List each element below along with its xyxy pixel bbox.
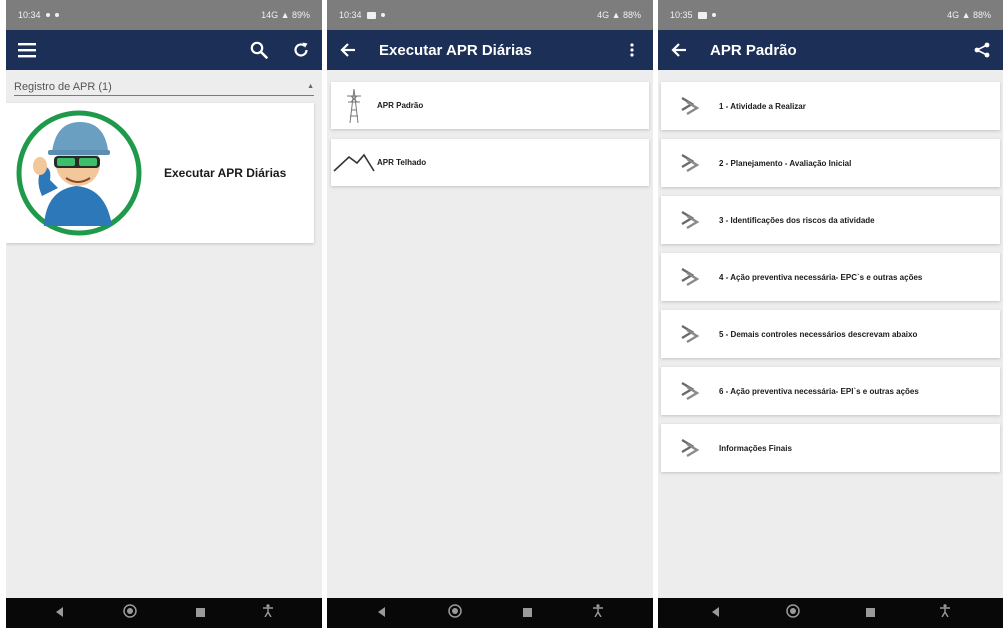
- status-time: 10:35: [670, 10, 693, 20]
- caret-up-icon: ▲: [307, 83, 314, 90]
- back-arrow-icon[interactable]: [337, 39, 359, 61]
- status-time: 10:34: [18, 10, 41, 20]
- recents-nav-icon[interactable]: [195, 604, 205, 622]
- home-nav-icon[interactable]: [123, 603, 138, 623]
- refresh-icon[interactable]: [290, 39, 312, 61]
- section-list-item[interactable]: 4 - Ação preventiva necessária- EPC`s e …: [661, 253, 1000, 301]
- list-item-label: APR Telhado: [377, 158, 427, 167]
- section-item-label: 1 - Atividade a Realizar: [719, 101, 806, 111]
- search-icon[interactable]: [248, 39, 270, 61]
- accessibility-icon[interactable]: [592, 604, 603, 622]
- home-nav-icon[interactable]: [786, 603, 800, 623]
- menu-icon[interactable]: [16, 39, 38, 61]
- notification-icon: [366, 11, 376, 19]
- back-arrow-icon[interactable]: [668, 39, 690, 61]
- list-item-apr-padrao[interactable]: APR Padrão: [331, 82, 649, 129]
- android-nav-bar: [6, 598, 322, 628]
- whatsapp-icon: [54, 13, 59, 17]
- status-bar: 10:34 4G ▲ 88%: [327, 0, 653, 30]
- app-bar: APR Padrão: [658, 30, 1003, 70]
- section-item-label: 4 - Ação preventiva necessária- EPC`s e …: [719, 272, 923, 282]
- list-item-apr-telhado[interactable]: APR Telhado: [331, 139, 649, 186]
- status-signal-battery: 4G ▲ 88%: [947, 10, 991, 20]
- notification-dot-icon: [711, 13, 716, 17]
- chevron-double-icon: [661, 95, 719, 117]
- android-nav-bar: [327, 598, 653, 628]
- chevron-double-icon: [661, 437, 719, 459]
- section-item-label: 5 - Demais controles necessários descrev…: [719, 329, 918, 339]
- accessibility-icon[interactable]: [262, 604, 273, 622]
- screen-executar-apr: 10:34 4G ▲ 88% Executar APR Diárias APR …: [327, 0, 653, 628]
- chevron-double-icon: [661, 152, 719, 174]
- status-time: 10:34: [339, 10, 362, 20]
- section-list-item[interactable]: 3 - Identificações dos riscos da ativida…: [661, 196, 1000, 244]
- mascot-image: [14, 108, 144, 238]
- page-title: APR Padrão: [710, 41, 797, 59]
- more-vert-icon[interactable]: [621, 39, 643, 61]
- chevron-double-icon: [661, 266, 719, 288]
- notification-dot-icon: [380, 13, 385, 17]
- status-bar: 10:34 14G ▲ 89%: [6, 0, 322, 30]
- status-bar: 10:35 4G ▲ 88%: [658, 0, 1003, 30]
- executar-apr-card[interactable]: Executar APR Diárias: [6, 103, 314, 243]
- back-nav-icon[interactable]: [711, 604, 721, 622]
- app-bar: [6, 30, 322, 70]
- registro-dropdown[interactable]: Registro de APR (1) ▲: [14, 78, 314, 96]
- section-list-item[interactable]: 5 - Demais controles necessários descrev…: [661, 310, 1000, 358]
- app-bar: Executar APR Diárias: [327, 30, 653, 70]
- notification-icon: [697, 11, 707, 19]
- share-icon[interactable]: [971, 39, 993, 61]
- roof-icon: [331, 153, 377, 173]
- section-item-label: 6 - Ação preventiva necessária- EPI`s e …: [719, 386, 919, 396]
- chevron-double-icon: [661, 323, 719, 345]
- section-item-label: 3 - Identificações dos riscos da ativida…: [719, 215, 875, 225]
- status-signal-battery: 14G ▲ 89%: [261, 10, 310, 20]
- section-list-item[interactable]: 2 - Planejamento - Avaliação Inicial: [661, 139, 1000, 187]
- section-item-label: Informações Finais: [719, 443, 792, 453]
- accessibility-icon[interactable]: [940, 604, 951, 622]
- home-nav-icon[interactable]: [448, 603, 462, 623]
- list-item-label: APR Padrão: [377, 101, 424, 110]
- section-list-item[interactable]: Informações Finais: [661, 424, 1000, 472]
- screen-registro-apr: 10:34 14G ▲ 89% Registro de APR (1) ▲ Ex…: [6, 0, 322, 628]
- card-label: Executar APR Diárias: [164, 166, 287, 180]
- section-list-item[interactable]: 1 - Atividade a Realizar: [661, 82, 1000, 130]
- back-nav-icon[interactable]: [377, 604, 387, 622]
- recents-nav-icon[interactable]: [865, 604, 875, 622]
- screen-apr-padrao: 10:35 4G ▲ 88% APR Padrão 1 - Atividade …: [658, 0, 1003, 628]
- tower-icon: [331, 88, 377, 124]
- chevron-double-icon: [661, 380, 719, 402]
- back-nav-icon[interactable]: [55, 604, 65, 622]
- section-list-item[interactable]: 6 - Ação preventiva necessária- EPI`s e …: [661, 367, 1000, 415]
- chevron-double-icon: [661, 209, 719, 231]
- android-nav-bar: [658, 598, 1003, 628]
- page-title: Executar APR Diárias: [379, 41, 532, 59]
- recents-nav-icon[interactable]: [522, 604, 532, 622]
- status-signal-battery: 4G ▲ 88%: [597, 10, 641, 20]
- dropdown-label: Registro de APR (1): [14, 80, 112, 93]
- section-item-label: 2 - Planejamento - Avaliação Inicial: [719, 158, 852, 168]
- notification-icon: [45, 13, 50, 17]
